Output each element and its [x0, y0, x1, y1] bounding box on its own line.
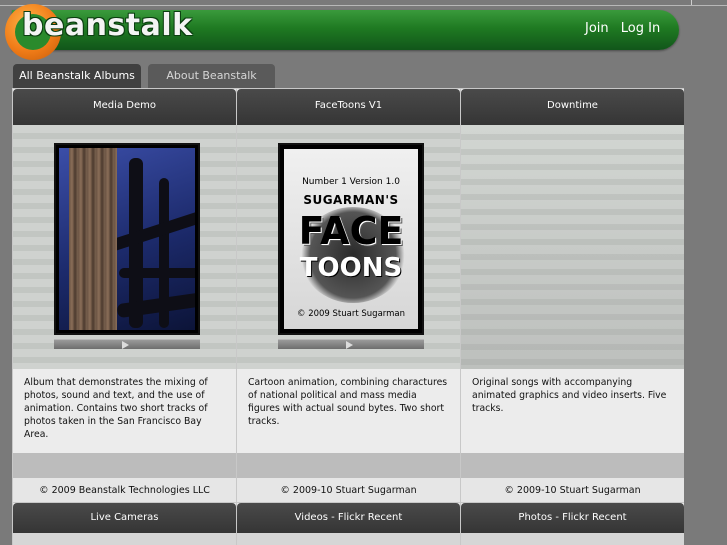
- cover-version: Number 1 Version 1.0: [302, 177, 400, 187]
- album-media: Number 1 Version 1.0 SUGARMAN'S FACE TOO…: [237, 125, 460, 369]
- facetoons-cover: Number 1 Version 1.0 SUGARMAN'S FACE TOO…: [284, 149, 418, 329]
- cover-copyright: © 2009 Stuart Sugarman: [297, 309, 405, 319]
- play-icon[interactable]: [346, 341, 353, 349]
- album-title[interactable]: Live Cameras: [13, 503, 236, 533]
- top-border-line: [0, 5, 727, 6]
- card-media-strip: [237, 533, 460, 545]
- album-card-photos-flickr[interactable]: Photos - Flickr Recent: [460, 502, 684, 545]
- header-links: Join Log In: [585, 21, 668, 36]
- album-title[interactable]: FaceToons V1: [237, 89, 460, 125]
- tree-trunk: [69, 148, 117, 330]
- media-player-bar[interactable]: [278, 339, 424, 349]
- album-description: Original songs with accompanying animate…: [461, 369, 684, 453]
- album-card-media-demo[interactable]: Media Demo Album that demonstrates the m…: [12, 88, 236, 502]
- album-description: Cartoon animation, combining charactures…: [237, 369, 460, 453]
- album-card-live-cameras[interactable]: Live Cameras: [12, 502, 236, 545]
- album-media: [461, 125, 684, 369]
- cover-title-toons: TOONS: [299, 253, 403, 283]
- top-border-tick: [691, 0, 692, 5]
- card-spacer: [461, 453, 684, 478]
- login-link[interactable]: Log In: [621, 21, 660, 36]
- play-icon[interactable]: [122, 341, 129, 349]
- media-player-bar[interactable]: [54, 339, 200, 349]
- join-link[interactable]: Join: [585, 21, 609, 36]
- album-thumbnail[interactable]: Number 1 Version 1.0 SUGARMAN'S FACE TOO…: [278, 143, 424, 335]
- card-media-strip: [13, 533, 236, 545]
- card-spacer: [237, 453, 460, 478]
- album-title[interactable]: Downtime: [461, 89, 684, 125]
- album-copyright: © 2009-10 Stuart Sugarman: [237, 478, 460, 502]
- cover-brand: SUGARMAN'S: [303, 193, 399, 207]
- card-media-strip: [461, 533, 684, 545]
- album-description: Album that demonstrates the mixing of ph…: [13, 369, 236, 453]
- tree-photo: [59, 148, 195, 330]
- album-copyright: © 2009-10 Stuart Sugarman: [461, 478, 684, 502]
- album-title[interactable]: Media Demo: [13, 89, 236, 125]
- tab-about[interactable]: About Beanstalk: [148, 64, 275, 88]
- site-logo[interactable]: beanstalk: [22, 8, 193, 43]
- card-spacer: [13, 453, 236, 478]
- tab-all-albums[interactable]: All Beanstalk Albums: [13, 64, 141, 88]
- album-card-videos-flickr[interactable]: Videos - Flickr Recent: [236, 502, 460, 545]
- cover-title-face: FACE: [298, 209, 404, 253]
- album-card-facetoons[interactable]: FaceToons V1 Number 1 Version 1.0 SUGARM…: [236, 88, 460, 502]
- album-title[interactable]: Videos - Flickr Recent: [237, 503, 460, 533]
- album-media: [13, 125, 236, 369]
- album-title[interactable]: Photos - Flickr Recent: [461, 503, 684, 533]
- album-thumbnail[interactable]: [54, 143, 200, 335]
- album-copyright: © 2009 Beanstalk Technologies LLC: [13, 478, 236, 502]
- album-card-downtime[interactable]: Downtime Original songs with accompanyin…: [460, 88, 684, 502]
